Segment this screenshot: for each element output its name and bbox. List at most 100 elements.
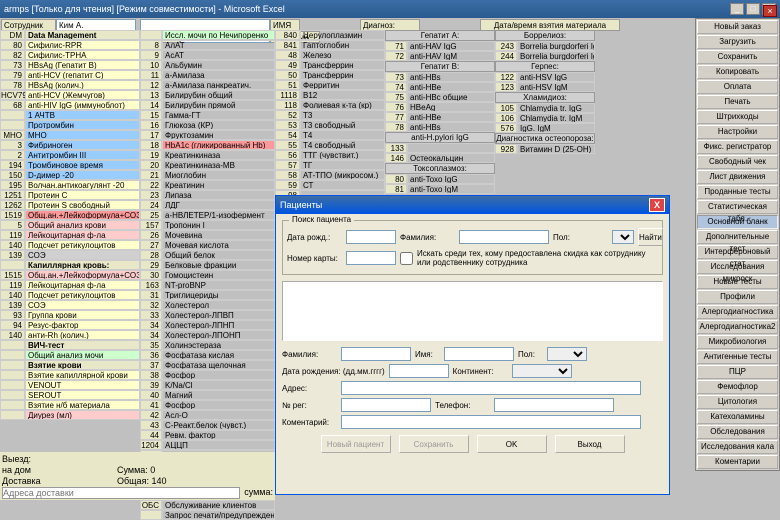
minimize-button[interactable]: _	[730, 3, 744, 15]
test-item[interactable]: K/Na/Cl	[162, 380, 275, 390]
test-item[interactable]: Подсчет ретикулоцитов	[25, 290, 140, 300]
test-item[interactable]: Запрос печати/предупреждения	[162, 510, 275, 520]
test-item[interactable]: Т4 свободный	[300, 140, 385, 150]
panel-button[interactable]: Алергодиагностика2	[697, 320, 778, 334]
input-dob[interactable]	[346, 230, 396, 244]
panel-button[interactable]: Сохранить	[697, 50, 778, 64]
test-item[interactable]: Креатинин	[162, 180, 275, 190]
test-item[interactable]: Лейкоцитарная ф-ла	[25, 230, 140, 240]
test-item[interactable]: anti-HBc общие	[407, 92, 495, 102]
save-button[interactable]: Сохранить	[399, 435, 469, 453]
test-item[interactable]: Т3 свободный	[300, 120, 385, 130]
select-cont[interactable]	[512, 364, 572, 378]
input-addr-deliv[interactable]	[2, 487, 240, 499]
test-item[interactable]: Общий анализ мочи	[25, 350, 140, 360]
input-card[interactable]	[346, 251, 396, 265]
panel-button[interactable]: Коментарии	[697, 455, 778, 469]
chk-discount[interactable]	[400, 252, 413, 265]
panel-button[interactable]: Лист движения	[697, 170, 778, 184]
test-item[interactable]: Data Management	[25, 30, 140, 40]
test-item[interactable]: СОЭ	[25, 300, 140, 310]
test-item[interactable]: В12	[300, 90, 385, 100]
test-item[interactable]: anti-HBe	[407, 82, 495, 92]
test-item[interactable]: anti-HBs	[407, 72, 495, 82]
panel-button[interactable]: Штрихкоды	[697, 110, 778, 124]
test-item[interactable]: Асл-О	[162, 410, 275, 420]
test-item[interactable]: Магний	[162, 390, 275, 400]
test-item[interactable]: Трансферрин	[300, 70, 385, 80]
test-item[interactable]: Мочевая кислота	[162, 240, 275, 250]
panel-button[interactable]: Новые тесты	[697, 275, 778, 289]
test-item[interactable]: anti-HIV IgG (иммуноблот)	[25, 100, 140, 110]
new-patient-button[interactable]: Новый пациент	[321, 435, 391, 453]
test-item[interactable]: anti-HBe	[407, 112, 495, 122]
test-item[interactable]: Альбумин	[162, 60, 275, 70]
test-item[interactable]: D-димер -20	[25, 170, 140, 180]
test-item[interactable]: СТ	[300, 180, 385, 190]
test-item[interactable]: Билирубин общий	[162, 90, 275, 100]
test-item[interactable]: Сифилис-RPR	[25, 40, 140, 50]
panel-button[interactable]: Обследования	[697, 425, 778, 439]
test-item[interactable]: NT-proBNP	[162, 280, 275, 290]
panel-button[interactable]: Исследования микроск	[697, 260, 778, 274]
test-item[interactable]: АсАТ	[162, 50, 275, 60]
panel-button[interactable]: Исследования кала	[697, 440, 778, 454]
test-item[interactable]: anti-HCV (Жемчугов)	[25, 90, 140, 100]
dialog-close-icon[interactable]: X	[649, 198, 665, 212]
panel-button[interactable]: Фемофлор	[697, 380, 778, 394]
panel-button[interactable]: Микробиология	[697, 335, 778, 349]
test-item[interactable]: Протромбин	[25, 120, 140, 130]
test-item[interactable]: HBeAg	[407, 102, 495, 112]
panel-button[interactable]: Цитология	[697, 395, 778, 409]
exit-button[interactable]: Выход	[555, 435, 625, 453]
panel-button[interactable]: Катехоламины	[697, 410, 778, 424]
test-item[interactable]: Тропонин I	[162, 220, 275, 230]
test-item[interactable]: Протеин S свободный	[25, 200, 140, 210]
test-item[interactable]: Общ.ан.+Лейкоформула+СОЭ	[25, 210, 140, 220]
find-button[interactable]: Найти	[638, 228, 663, 246]
test-item[interactable]: ТГ	[300, 160, 385, 170]
test-item[interactable]: HbA1c (гликированный Hb)	[162, 140, 275, 150]
test-item[interactable]: Антитромбин III	[25, 150, 140, 160]
panel-button[interactable]: Новый заказ	[697, 20, 778, 34]
input-reg[interactable]	[341, 398, 431, 412]
input-dob2[interactable]	[389, 364, 449, 378]
test-item[interactable]: а-Амилаза панкреатич.	[162, 80, 275, 90]
input-fam[interactable]	[459, 230, 549, 244]
test-item[interactable]: Взятие капиллярной крови	[25, 370, 140, 380]
test-item[interactable]: anti-HCV (гепатит С)	[25, 70, 140, 80]
test-item[interactable]	[407, 143, 495, 153]
test-item[interactable]: АЦЦП	[162, 440, 275, 450]
test-item[interactable]: Взятие крови	[25, 360, 140, 370]
input-tel[interactable]	[494, 398, 614, 412]
test-item[interactable]: Фосфатаза кислая	[162, 350, 275, 360]
panel-button[interactable]: Интерфероновый стат	[697, 245, 778, 259]
input-fam2[interactable]	[341, 347, 411, 361]
ok-button[interactable]: OK	[477, 435, 547, 453]
test-item[interactable]: Триглицериды	[162, 290, 275, 300]
panel-button[interactable]: Оплата	[697, 80, 778, 94]
test-item[interactable]: Трансферрин	[300, 60, 385, 70]
panel-button[interactable]: Копировать	[697, 65, 778, 79]
test-item[interactable]: Группа крови	[25, 310, 140, 320]
test-item[interactable]: Подсчет ретикулоцитов	[25, 240, 140, 250]
test-item[interactable]: Ферритин	[300, 80, 385, 90]
test-item[interactable]: ВИЧ-тест	[25, 340, 140, 350]
test-item[interactable]: Фосфор	[162, 370, 275, 380]
panel-button[interactable]: Дополнительные тест	[697, 230, 778, 244]
test-item[interactable]: Гомоцистеин	[162, 270, 275, 280]
test-item[interactable]: Общий белок	[162, 250, 275, 260]
test-item[interactable]: anti-HBs	[407, 122, 495, 132]
test-item[interactable]: Borrelia burgdorferi IgG	[517, 41, 595, 51]
test-item[interactable]: ЛДГ	[162, 200, 275, 210]
input-name[interactable]	[444, 347, 514, 361]
test-item[interactable]: Фолиевая к-та (кр)	[300, 100, 385, 110]
panel-button[interactable]: Основной бланк	[697, 215, 778, 229]
maximize-button[interactable]: □	[746, 3, 760, 15]
test-item[interactable]: Холестерол-ЛПОНП	[162, 330, 275, 340]
test-item[interactable]: а-НВЛЕТЕР/1-изофермент	[162, 210, 275, 220]
panel-button[interactable]: Статистическая табл.	[697, 200, 778, 214]
test-item[interactable]: Миоглобин	[162, 170, 275, 180]
test-item[interactable]: Холинэстераза	[162, 340, 275, 350]
test-item[interactable]: Железо	[300, 50, 385, 60]
